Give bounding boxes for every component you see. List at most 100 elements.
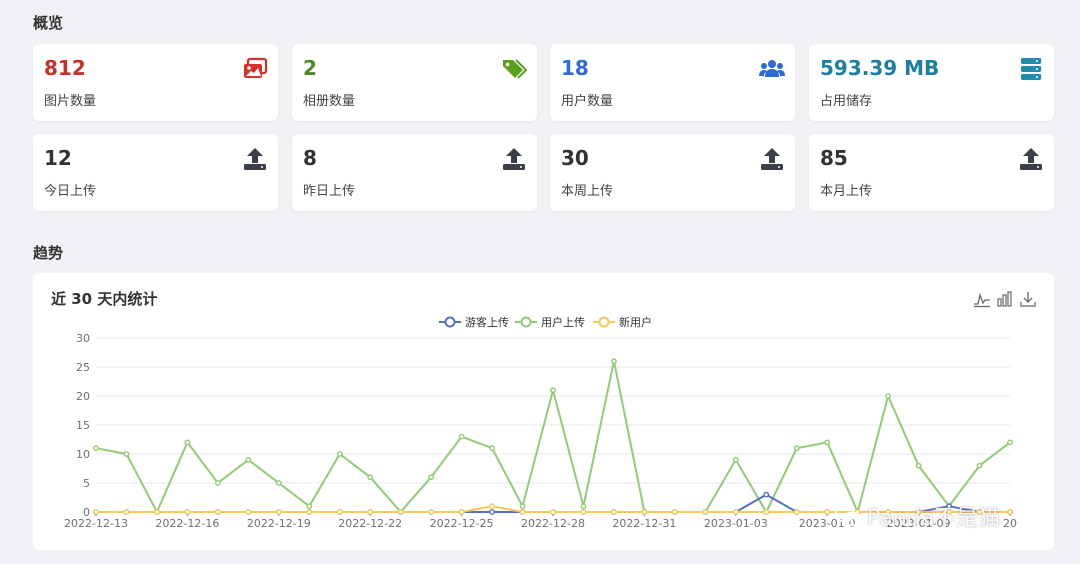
stat-card-yesterday-upload[interactable]: 8 昨日上传 xyxy=(292,134,537,211)
data-point xyxy=(519,503,526,510)
stat-label: 本月上传 xyxy=(820,184,873,199)
data-point xyxy=(245,509,252,515)
x-tick-label: 2022-12-31 xyxy=(612,517,676,530)
data-point xyxy=(1007,509,1013,515)
stat-value: 812 xyxy=(44,56,86,80)
legend-marker xyxy=(598,316,610,328)
data-point xyxy=(184,509,191,515)
data-point xyxy=(519,509,526,515)
data-point xyxy=(885,393,892,399)
wechat-icon xyxy=(835,505,861,527)
stat-value: 8 xyxy=(303,146,317,170)
data-point xyxy=(763,509,770,515)
data-point xyxy=(489,445,495,452)
stat-label: 昨日上传 xyxy=(303,184,356,199)
series-line xyxy=(95,360,1011,513)
data-point xyxy=(245,509,252,515)
data-point xyxy=(275,480,282,486)
data-point xyxy=(641,509,648,515)
data-point xyxy=(1007,509,1013,515)
stat-label: 本周上传 xyxy=(561,184,614,199)
legend-label: 用户上传 xyxy=(541,315,585,329)
legend-marker xyxy=(520,316,532,328)
x-tick-label: 2022-12-22 xyxy=(338,517,402,530)
data-point xyxy=(519,509,526,515)
data-point xyxy=(915,462,922,469)
data-point xyxy=(336,509,343,515)
stat-label: 用户数量 xyxy=(561,94,614,109)
data-point xyxy=(306,509,313,515)
data-point xyxy=(580,503,587,510)
stat-card-albums[interactable]: 2 相册数量 xyxy=(292,44,537,121)
download-icon[interactable] xyxy=(1019,290,1037,308)
data-point xyxy=(458,433,465,440)
data-point xyxy=(1007,439,1013,446)
bar-chart-icon[interactable] xyxy=(996,290,1014,308)
data-point xyxy=(732,509,739,515)
data-point xyxy=(611,509,617,515)
stat-card-storage[interactable]: 593.39 MB 占用储存 xyxy=(809,44,1054,121)
data-point xyxy=(367,474,374,481)
data-point xyxy=(763,491,770,498)
stat-card-month-upload[interactable]: 85 本月上传 xyxy=(809,134,1054,211)
stat-card-images[interactable]: 812 图片数量 xyxy=(33,44,278,121)
data-point xyxy=(123,509,130,515)
data-point xyxy=(671,509,678,515)
data-point xyxy=(397,509,404,515)
watermark-text: Panda不是猫 xyxy=(867,506,1001,531)
data-point xyxy=(367,509,374,515)
data-point xyxy=(336,451,343,457)
data-point xyxy=(184,509,191,515)
data-point xyxy=(732,456,739,463)
data-point xyxy=(580,509,587,515)
data-point xyxy=(154,509,160,515)
data-point xyxy=(732,509,739,515)
data-point xyxy=(824,509,831,515)
stat-value: 85 xyxy=(820,146,848,170)
data-point xyxy=(93,509,99,515)
data-point xyxy=(306,503,313,510)
data-point xyxy=(397,509,404,515)
data-point xyxy=(550,509,556,515)
stat-value: 12 xyxy=(44,146,72,170)
tags-icon xyxy=(503,59,527,79)
data-point xyxy=(702,509,709,515)
y-tick-label: 20 xyxy=(76,390,90,403)
x-tick-label: 2022-12-19 xyxy=(247,517,311,530)
data-point xyxy=(184,439,191,446)
stat-card-users[interactable]: 18 用户数量 xyxy=(550,44,795,121)
overview-title: 概览 xyxy=(33,14,64,32)
stat-value: 593.39 MB xyxy=(820,56,940,80)
data-point xyxy=(458,509,465,515)
data-point xyxy=(214,509,221,515)
data-point xyxy=(489,509,495,515)
watermark: Panda不是猫 xyxy=(835,500,1000,532)
data-point xyxy=(489,503,495,510)
data-point xyxy=(93,509,99,515)
data-point xyxy=(245,456,252,463)
data-point xyxy=(671,509,678,515)
upload-icon xyxy=(1020,148,1042,170)
stat-card-today-upload[interactable]: 12 今日上传 xyxy=(33,134,278,211)
data-point xyxy=(214,480,221,486)
stat-label: 相册数量 xyxy=(303,94,356,109)
x-tick-label: 2023-01-03 xyxy=(704,517,768,530)
data-point xyxy=(793,445,800,452)
users-icon xyxy=(759,60,785,77)
upload-icon xyxy=(244,148,266,170)
x-tick-label: 20 xyxy=(1003,517,1017,530)
y-tick-label: 0 xyxy=(83,506,90,519)
server-icon xyxy=(1021,58,1041,80)
images-icon xyxy=(244,57,268,78)
data-point xyxy=(976,462,983,469)
data-point xyxy=(214,509,221,515)
data-point xyxy=(702,509,709,515)
data-point xyxy=(793,509,800,515)
stat-card-week-upload[interactable]: 30 本周上传 xyxy=(550,134,795,211)
y-tick-label: 30 xyxy=(76,332,90,345)
stat-label: 今日上传 xyxy=(44,184,97,199)
data-point xyxy=(428,474,435,481)
legend-marker xyxy=(444,316,456,328)
data-point xyxy=(306,509,313,515)
line-chart-icon[interactable] xyxy=(973,290,991,308)
